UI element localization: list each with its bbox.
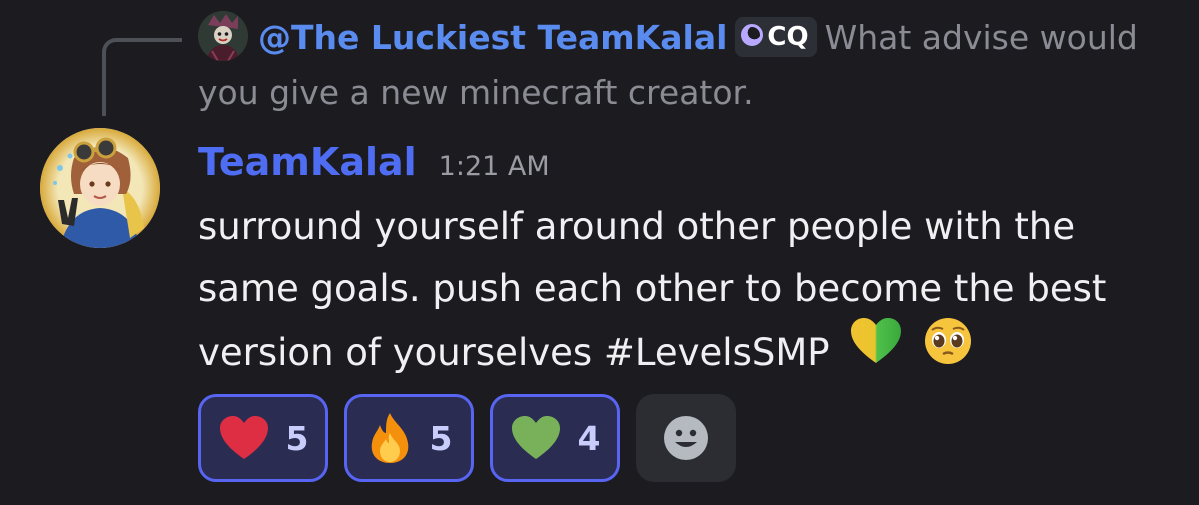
add-reaction-button[interactable] — [636, 394, 736, 482]
guild-tag-label: CQ — [767, 21, 809, 52]
chat-message-view: @The Luckiest TeamKalal CQ What advise wou… — [0, 0, 1199, 505]
reply-preview[interactable]: @The Luckiest TeamKalal CQ What advise wou… — [198, 10, 1158, 120]
yellow-green-heart-icon[interactable] — [849, 317, 903, 384]
message-content: surround yourself around other people wi… — [198, 196, 1178, 389]
reaction-count: 5 — [429, 418, 453, 458]
message-header: TeamKalal 1:21 AM — [198, 134, 550, 190]
guild-tag-badge[interactable]: CQ — [735, 16, 817, 57]
reply-mention[interactable]: @The Luckiest TeamKalal — [258, 18, 727, 57]
reaction-bar: 5 5 4 — [198, 394, 736, 484]
reaction-red-heart[interactable]: 5 — [198, 394, 328, 482]
reply-author-avatar[interactable] — [198, 10, 248, 61]
green-heart-icon — [511, 416, 560, 459]
reaction-count: 5 — [285, 418, 309, 458]
author-avatar[interactable] — [40, 128, 160, 248]
fire-icon — [371, 413, 408, 463]
smiley-icon — [664, 416, 708, 460]
reaction-count: 4 — [577, 418, 601, 458]
reaction-green-heart[interactable]: 4 — [490, 394, 620, 482]
message-timestamp[interactable]: 1:21 AM — [439, 151, 550, 182]
reaction-fire[interactable]: 5 — [344, 394, 474, 482]
red-heart-icon — [219, 416, 268, 459]
pleading-face-icon[interactable] — [923, 316, 973, 385]
reply-connector-line — [102, 38, 182, 116]
moon-icon — [741, 24, 764, 46]
author-username[interactable]: TeamKalal — [198, 140, 417, 184]
